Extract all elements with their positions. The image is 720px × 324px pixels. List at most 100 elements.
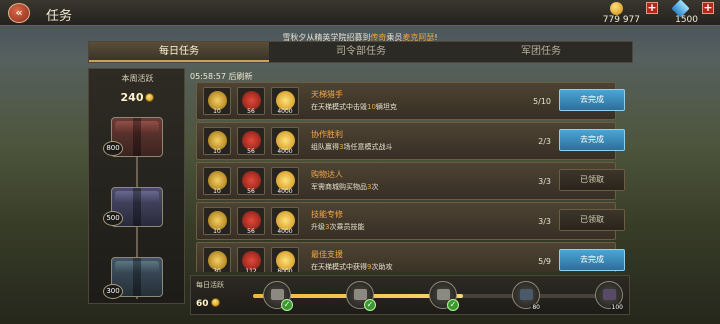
top-bar: « 任务 779 977 + 1500 + <box>0 0 720 26</box>
milestone-value: 80 <box>531 304 541 311</box>
reward-count: 10 <box>213 148 221 155</box>
weekly-activity-panel: 本周活跃 240 800 500 300 <box>88 68 185 304</box>
chest-500-badge: 500 <box>103 211 123 226</box>
weekly-activity-label: 本周活跃 <box>121 74 154 83</box>
quest-row: 10 56 4000 协作胜利 组队赢得3场任意模式战斗 2/3 去完成 <box>196 122 625 160</box>
milestone-chest[interactable]: 80 <box>512 281 541 311</box>
quest-progress: 3/3 <box>538 177 551 186</box>
gold-reward: 4000 <box>271 127 299 155</box>
desc-text: 升级 <box>311 223 325 231</box>
quest-name: 购物达人 <box>311 170 343 179</box>
tab-daily-tasks[interactable]: 每日任务 <box>89 42 269 62</box>
quest-progress: 3/3 <box>538 217 551 226</box>
double-chevron-left-icon: « <box>15 6 23 19</box>
claimed-button: 已领取 <box>559 209 625 231</box>
reward-count: 56 <box>247 148 255 155</box>
add-diamond-button[interactable]: + <box>702 2 714 14</box>
desc-text: 次 <box>371 183 379 191</box>
daily-activity-bar: 每日活跃 60 ✓ ✓ ✓ 80 100 <box>190 275 630 315</box>
chest-band <box>133 118 141 156</box>
quest-progress: 5/10 <box>533 97 551 106</box>
reward-count: 10 <box>213 228 221 235</box>
chest-band <box>133 258 141 296</box>
check-icon: ✓ <box>364 299 376 311</box>
chest-icon <box>271 289 284 300</box>
daily-activity-number: 60 <box>196 299 209 309</box>
reward-count: 56 <box>247 228 255 235</box>
daily-activity-label: 每日活跃 <box>196 281 224 289</box>
milestone-chest[interactable]: ✓ <box>346 281 376 311</box>
tab-legion-tasks[interactable]: 军团任务 <box>451 42 631 62</box>
milestone-value: 100 <box>610 304 624 311</box>
quest-description: 在天梯模式中击毁10辆坦克 <box>311 102 397 112</box>
refresh-timer: 05:58:57 后刷新 <box>190 72 253 81</box>
star-reward: 56 <box>237 167 265 195</box>
chest-icon <box>437 289 450 300</box>
reward-count: 30 <box>213 268 221 272</box>
claimed-button: 已领取 <box>559 169 625 191</box>
reward-count: 4000 <box>277 228 293 235</box>
gold-reward: 4000 <box>271 207 299 235</box>
chest-icon <box>354 289 367 300</box>
task-tabs: 每日任务 司令部任务 军团任务 <box>88 41 633 63</box>
chest-icon <box>603 289 616 300</box>
quest-progress: 5/9 <box>538 257 551 266</box>
reward-count: 8000 <box>277 268 293 272</box>
quest-description: 升级3次乘员技能 <box>311 222 364 232</box>
star-reward: 56 <box>237 87 265 115</box>
activity-reward: 10 <box>203 167 231 195</box>
daily-activity-value: 60 <box>196 298 220 309</box>
quest-row: 10 56 4000 技能专修 升级3次乘员技能 3/3 已领取 <box>196 202 625 240</box>
back-button[interactable]: « <box>8 3 30 23</box>
desc-text: 场任意模式战斗 <box>343 143 393 151</box>
chest-band <box>133 188 141 226</box>
milestone-chest[interactable]: ✓ <box>263 281 293 311</box>
chest-icon <box>520 289 533 300</box>
gold-reward: 4000 <box>271 87 299 115</box>
chest-300-badge: 300 <box>103 284 123 299</box>
desc-text: 次乘员技能 <box>329 223 365 231</box>
quest-row: 10 56 4000 天梯猎手 在天梯模式中击毁10辆坦克 5/10 去完成 <box>196 82 625 120</box>
activity-reward: 30 <box>203 247 231 272</box>
quest-description: 在天梯模式中获得9次助攻 <box>311 262 392 272</box>
star-reward: 56 <box>237 207 265 235</box>
quest-list[interactable]: 10 56 4000 天梯猎手 在天梯模式中击毁10辆坦克 5/10 去完成 1… <box>190 82 630 272</box>
quest-name: 天梯猎手 <box>311 90 343 99</box>
milestone-chest[interactable]: 100 <box>595 281 624 311</box>
desc-text: 次助攻 <box>371 263 393 271</box>
star-reward: 112 <box>237 247 265 272</box>
activity-point-icon <box>145 93 155 102</box>
reward-count: 56 <box>247 188 255 195</box>
go-complete-button[interactable]: 去完成 <box>559 249 625 271</box>
tab-command-tasks[interactable]: 司令部任务 <box>271 42 451 62</box>
star-reward: 56 <box>237 127 265 155</box>
weekly-activity-number: 240 <box>120 91 144 104</box>
quest-description: 组队赢得3场任意模式战斗 <box>311 142 392 152</box>
gold-amount: 779 977 <box>602 15 640 25</box>
desc-text: 组队赢得 <box>311 143 339 151</box>
reward-count: 10 <box>213 188 221 195</box>
quest-row: 30 112 8000 最佳支援 在天梯模式中获得9次助攻 5/9 去完成 <box>196 242 625 272</box>
reward-count: 4000 <box>277 148 293 155</box>
quest-name: 协作胜利 <box>311 130 343 139</box>
milestone-chest[interactable]: ✓ <box>429 281 459 311</box>
gold-reward: 4000 <box>271 167 299 195</box>
activity-point-icon <box>210 298 220 307</box>
activity-reward: 10 <box>203 87 231 115</box>
quest-progress: 2/3 <box>538 137 551 146</box>
gold-coin-icon <box>610 2 623 15</box>
activity-reward: 10 <box>203 207 231 235</box>
go-complete-button[interactable]: 去完成 <box>559 89 625 111</box>
diamond-amount: 1500 <box>675 15 698 25</box>
desc-text: 辆坦克 <box>375 103 397 111</box>
desc-text: 在天梯模式中获得 <box>311 263 367 271</box>
add-gold-button[interactable]: + <box>646 2 658 14</box>
reward-count: 4000 <box>277 108 293 115</box>
reward-count: 4000 <box>277 188 293 195</box>
check-icon: ✓ <box>281 299 293 311</box>
check-icon: ✓ <box>447 299 459 311</box>
go-complete-button[interactable]: 去完成 <box>559 129 625 151</box>
reward-count: 112 <box>245 268 257 272</box>
activity-reward: 10 <box>203 127 231 155</box>
daily-progress-track <box>253 294 603 298</box>
